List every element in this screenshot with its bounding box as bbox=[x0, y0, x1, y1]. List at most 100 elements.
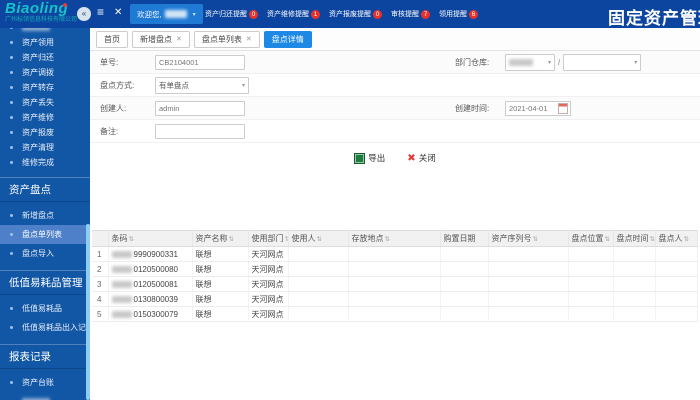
column-header[interactable]: 资产序列号⇅ bbox=[488, 230, 569, 247]
purchase-date-cell bbox=[440, 261, 489, 277]
barcode-cell: 9990900331 bbox=[108, 246, 193, 262]
sidebar-item-label: 低值易耗品 bbox=[22, 304, 62, 313]
column-label: 资产名称 bbox=[195, 234, 228, 243]
sidebar-item[interactable]: 资产报废 bbox=[0, 125, 90, 140]
inventory-time-cell bbox=[613, 246, 656, 262]
column-label: 使用人 bbox=[291, 234, 316, 243]
inventory-person-cell bbox=[655, 261, 698, 277]
main-content: 首页 新增盘点 ✕ 盘点单列表 ✕ 盘点详情 单号: 部门仓库: ▾ / ▾ 盘点方式: … bbox=[90, 28, 700, 400]
notification-link[interactable]: 资产维修提醒 1 bbox=[267, 9, 320, 19]
sidebar-item[interactable]: 低值易耗品出入记录 bbox=[0, 318, 90, 337]
tab-label: 新增盘点 bbox=[140, 34, 172, 44]
column-header[interactable]: 使用部门⇅ bbox=[248, 230, 289, 247]
notification-link[interactable]: 审核提醒 7 bbox=[391, 9, 430, 19]
tab-close-icon[interactable]: ✕ bbox=[246, 35, 252, 43]
creator-input[interactable] bbox=[155, 100, 245, 116]
sidebar-item[interactable]: 资产归还 bbox=[0, 50, 90, 65]
sort-icon[interactable]: ⇅ bbox=[650, 236, 655, 243]
calendar-icon[interactable] bbox=[558, 103, 568, 114]
tab-close-icon[interactable]: ✕ bbox=[176, 35, 182, 43]
notification-link[interactable]: 领用提醒 6 bbox=[439, 9, 478, 19]
inventory-time-cell bbox=[613, 276, 656, 292]
warehouse-select[interactable]: ▾ bbox=[563, 53, 642, 71]
sidebar-item[interactable]: 资产领用 bbox=[0, 35, 90, 50]
sidebar-item[interactable]: 资产调拨 bbox=[0, 65, 90, 80]
collapse-sidebar-button[interactable]: « bbox=[77, 7, 91, 21]
bullet-icon bbox=[10, 86, 13, 89]
inventory-mode-value: 有单盘点 bbox=[159, 80, 189, 90]
sidebar-item[interactable]: 资产清理 bbox=[0, 140, 90, 155]
close-x-icon: ✖ bbox=[407, 152, 416, 164]
tab-盘点详情[interactable]: 盘点详情 bbox=[263, 30, 312, 48]
barcode-prefix-redacted bbox=[111, 250, 132, 258]
table-row[interactable]: 1 9990900331 联想 天河网点 bbox=[92, 246, 698, 262]
column-header[interactable]: 资产名称⇅ bbox=[192, 230, 249, 247]
sort-icon[interactable]: ⇅ bbox=[605, 236, 610, 243]
bullet-icon bbox=[10, 214, 13, 217]
sort-icon[interactable]: ⇅ bbox=[129, 236, 134, 243]
table-row[interactable]: 2 0120500080 联想 天河网点 bbox=[92, 261, 698, 277]
sidebar-item[interactable]: 维修完成 bbox=[0, 155, 90, 170]
remark-label: 备注: bbox=[100, 126, 119, 136]
notification-link[interactable]: 资产归还提醒 0 bbox=[205, 9, 258, 19]
barcode-value: 0120500081 bbox=[133, 279, 179, 289]
sidebar-item-cut-bottom[interactable] bbox=[0, 392, 90, 400]
table-row[interactable]: 5 0150300079 联想 天河网点 bbox=[92, 306, 698, 322]
dept-warehouse-label: 部门仓库: bbox=[455, 57, 490, 67]
sidebar-item[interactable]: 资产台账 bbox=[0, 373, 90, 392]
user-menu[interactable]: 欢迎您, ▾ bbox=[130, 4, 203, 24]
table-row[interactable]: 4 0130800039 联想 天河网点 bbox=[92, 291, 698, 307]
sort-icon[interactable]: ⇅ bbox=[229, 236, 234, 243]
tab-新增盘点[interactable]: 新增盘点 ✕ bbox=[132, 30, 190, 48]
sidebar-item[interactable]: 资产维修 bbox=[0, 110, 90, 125]
chevron-down-icon: ▾ bbox=[634, 59, 638, 66]
sort-icon[interactable]: ⇅ bbox=[385, 236, 390, 243]
tab-首页[interactable]: 首页 bbox=[96, 30, 128, 48]
column-header[interactable]: 盘点时间⇅ bbox=[613, 230, 656, 247]
sort-icon[interactable]: ⇅ bbox=[317, 236, 322, 243]
close-icon[interactable]: ✕ bbox=[114, 7, 122, 18]
location-cell bbox=[348, 276, 441, 292]
tab-盘点单列表[interactable]: 盘点单列表 ✕ bbox=[193, 30, 260, 48]
order-no-input[interactable] bbox=[155, 54, 245, 70]
remark-input[interactable] bbox=[155, 123, 245, 139]
sidebar-item[interactable]: 资产转存 bbox=[0, 80, 90, 95]
close-button[interactable]: ✖ 关闭 bbox=[407, 152, 435, 164]
logo-red-dot bbox=[63, 3, 67, 7]
column-header[interactable]: 盘点位置⇅ bbox=[568, 230, 614, 247]
hamburger-menu-icon[interactable]: ≡ bbox=[97, 5, 104, 19]
sidebar-item[interactable]: 盘点导入 bbox=[0, 244, 90, 263]
create-time-input[interactable]: 2021-04-01 bbox=[505, 100, 571, 116]
export-button[interactable]: 导出 bbox=[354, 152, 385, 164]
inventory-position-cell bbox=[568, 276, 614, 292]
serial-cell bbox=[488, 246, 569, 262]
inventory-mode-select[interactable]: 有单盘点 ▾ bbox=[155, 76, 249, 94]
inventory-position-cell bbox=[568, 306, 614, 322]
sidebar: 资产领用 资产归还 资产调拨 资产转存 资产丢失 资产维修 资产报废 资产清理 维修完成 资产盘… bbox=[0, 28, 90, 400]
inventory-person-cell bbox=[655, 246, 698, 262]
sidebar-item[interactable]: 资产丢失 bbox=[0, 95, 90, 110]
sort-icon[interactable]: ⇅ bbox=[285, 236, 288, 243]
sidebar-item[interactable]: 低值易耗品 bbox=[0, 299, 90, 318]
top-header: Biaoling 广州标领信息科技有限公司 « ≡ ✕ 欢迎您, ▾ 资产归还提… bbox=[0, 0, 700, 28]
barcode-prefix-redacted bbox=[111, 295, 132, 303]
location-cell bbox=[348, 306, 441, 322]
dept-select[interactable]: ▾ bbox=[505, 53, 555, 71]
sort-icon[interactable]: ⇅ bbox=[684, 236, 689, 243]
column-header[interactable]: 存放地点⇅ bbox=[348, 230, 441, 247]
purchase-date-cell bbox=[440, 276, 489, 292]
inventory-person-cell bbox=[655, 291, 698, 307]
table-row[interactable]: 3 0120500081 联想 天河网点 bbox=[92, 276, 698, 292]
notification-link[interactable]: 资产报废提醒 0 bbox=[329, 9, 382, 19]
sidebar-item[interactable]: 盘点单列表 bbox=[0, 225, 90, 244]
sidebar-item-cut-top[interactable] bbox=[0, 28, 90, 35]
sort-icon[interactable]: ⇅ bbox=[533, 236, 538, 243]
column-header[interactable]: 盘点人⇅ bbox=[655, 230, 698, 247]
use-dept-cell: 天河网点 bbox=[248, 306, 289, 322]
column-header[interactable]: 条码⇅ bbox=[108, 230, 193, 247]
bullet-icon bbox=[10, 131, 13, 134]
bullet-icon bbox=[10, 326, 13, 329]
sidebar-item[interactable]: 新增盘点 bbox=[0, 206, 90, 225]
serial-cell bbox=[488, 276, 569, 292]
column-header[interactable]: 使用人⇅ bbox=[288, 230, 349, 247]
